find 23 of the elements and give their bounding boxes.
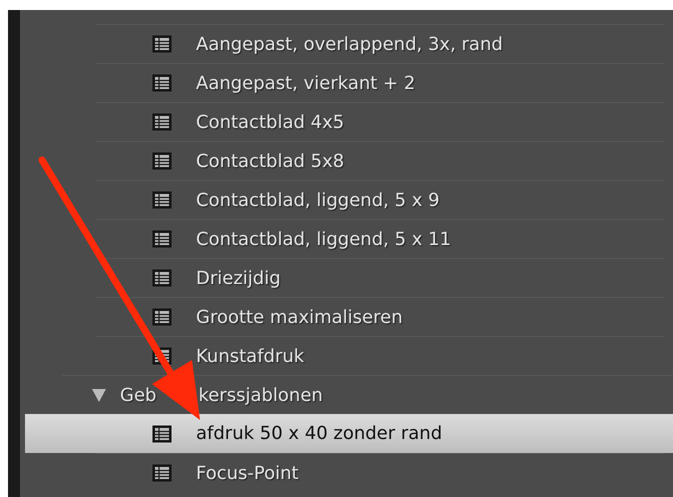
template-icon bbox=[152, 152, 172, 170]
template-item[interactable]: Driezijdig bbox=[95, 258, 665, 297]
template-item[interactable]: Contactblad 4x5 bbox=[95, 102, 665, 141]
template-icon bbox=[152, 269, 172, 287]
template-item[interactable]: Aangepast, vierkant + 2 bbox=[95, 63, 665, 102]
expanded-triangle-icon[interactable] bbox=[92, 388, 106, 402]
template-item[interactable]: afdruk 50 x 40 zonder rand bbox=[25, 414, 673, 453]
template-item[interactable]: Aangepast, overlappend, 3x, rand bbox=[95, 24, 665, 63]
template-item[interactable]: Contactblad, liggend, 5 x 9 bbox=[95, 180, 665, 219]
folder-label: Geb bbox=[120, 384, 156, 408]
template-icon bbox=[152, 74, 172, 92]
template-icon bbox=[152, 424, 172, 442]
template-icon bbox=[152, 308, 172, 326]
template-icon bbox=[152, 35, 172, 53]
folder-label: kerssjablonen bbox=[198, 384, 323, 408]
template-icon bbox=[152, 191, 172, 209]
template-item[interactable]: Focus-Point bbox=[95, 453, 665, 492]
template-item[interactable]: Contactblad, liggend, 5 x 11 bbox=[95, 219, 665, 258]
template-icon bbox=[152, 230, 172, 248]
template-icon bbox=[152, 464, 172, 482]
template-item[interactable]: Grootte maximaliseren bbox=[95, 297, 665, 336]
template-icon bbox=[152, 113, 172, 131]
template-item[interactable]: Contactblad 5x8 bbox=[95, 141, 665, 180]
